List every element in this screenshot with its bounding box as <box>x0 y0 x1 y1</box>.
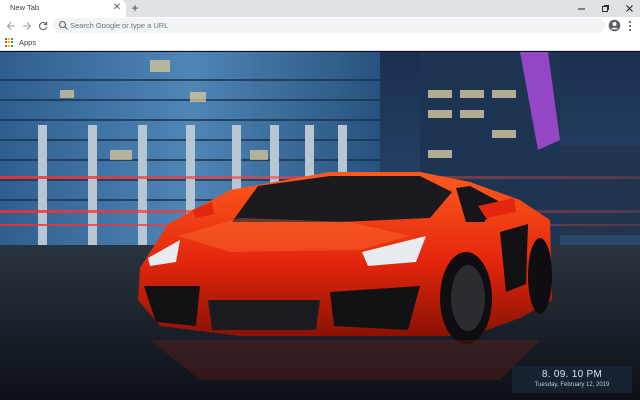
clock-widget: 8. 09. 10 PM Tuesday, February 12, 2019 <box>512 366 632 393</box>
reload-icon[interactable] <box>35 18 50 33</box>
wallpaper-image <box>0 52 640 400</box>
clock-date: Tuesday, February 12, 2019 <box>534 382 610 388</box>
apps-grid-icon <box>5 38 14 47</box>
apps-shortcut[interactable]: Apps <box>5 37 36 48</box>
clock-time: 8. 09. 10 PM <box>541 369 603 380</box>
close-icon[interactable] <box>618 0 640 17</box>
bookmarks-bar: Apps <box>0 34 640 51</box>
minimize-icon[interactable] <box>570 0 592 17</box>
address-input[interactable] <box>70 18 570 33</box>
forward-icon[interactable] <box>19 18 34 33</box>
tab-new-tab[interactable]: New Tab ✕ <box>0 0 126 17</box>
profile-avatar-icon[interactable] <box>608 19 621 32</box>
apps-label: Apps <box>19 38 37 47</box>
tab-close-icon[interactable]: ✕ <box>111 2 123 14</box>
omnibox[interactable] <box>53 18 605 33</box>
tab-title: New Tab <box>10 3 40 12</box>
toolbar <box>0 17 640 34</box>
restore-icon[interactable] <box>594 0 616 17</box>
plus-icon[interactable]: + <box>128 1 142 15</box>
search-icon <box>58 20 68 30</box>
tab-strip: New Tab ✕ + <box>0 0 640 17</box>
more-menu-icon[interactable] <box>624 19 636 32</box>
wallpaper-illustration <box>0 52 640 400</box>
back-icon[interactable] <box>3 18 18 33</box>
